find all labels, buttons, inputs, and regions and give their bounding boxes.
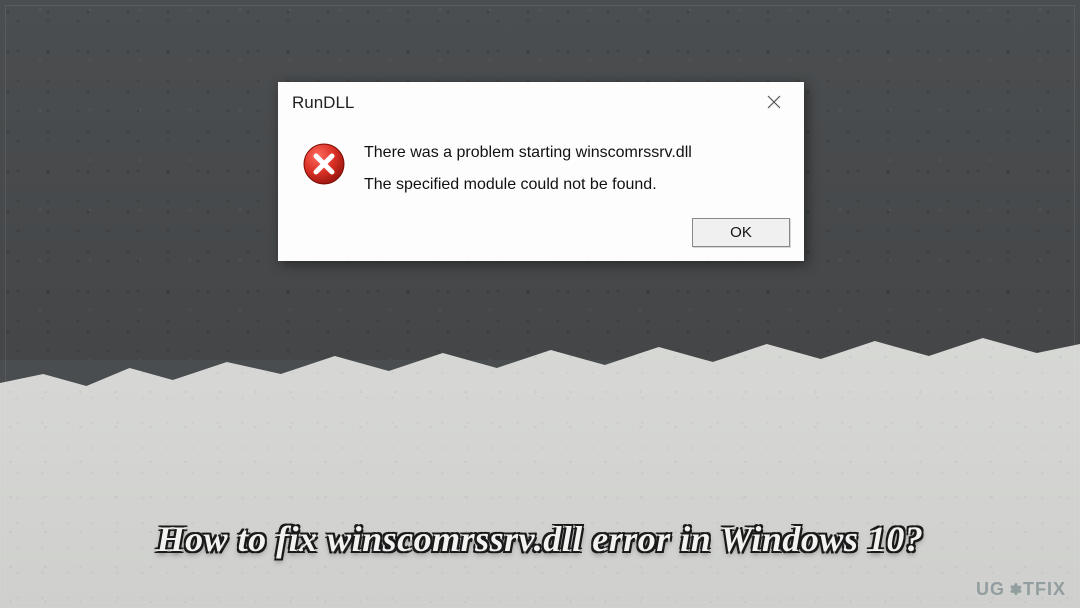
watermark-prefix: UG (976, 579, 1005, 600)
dialog-footer: OK (278, 218, 804, 261)
dialog-text: There was a problem starting winscomrssr… (364, 142, 692, 194)
gear-icon (1006, 582, 1022, 598)
dialog-body: There was a problem starting winscomrssr… (278, 122, 804, 218)
close-icon (767, 93, 781, 114)
dialog-message-sub: The specified module could not be found. (364, 176, 692, 194)
close-button[interactable] (756, 90, 792, 116)
watermark-logo: UG TFIX (976, 579, 1066, 600)
dialog-message-main: There was a problem starting winscomrssr… (364, 144, 692, 162)
article-caption: How to fix winscomrssrv.dll error in Win… (0, 518, 1080, 560)
rundll-dialog: RunDLL (278, 82, 804, 261)
ok-button[interactable]: OK (692, 218, 790, 247)
watermark-suffix: TFIX (1023, 579, 1066, 600)
dialog-title: RunDLL (292, 93, 354, 113)
dialog-titlebar: RunDLL (278, 82, 804, 122)
error-icon (302, 142, 346, 186)
